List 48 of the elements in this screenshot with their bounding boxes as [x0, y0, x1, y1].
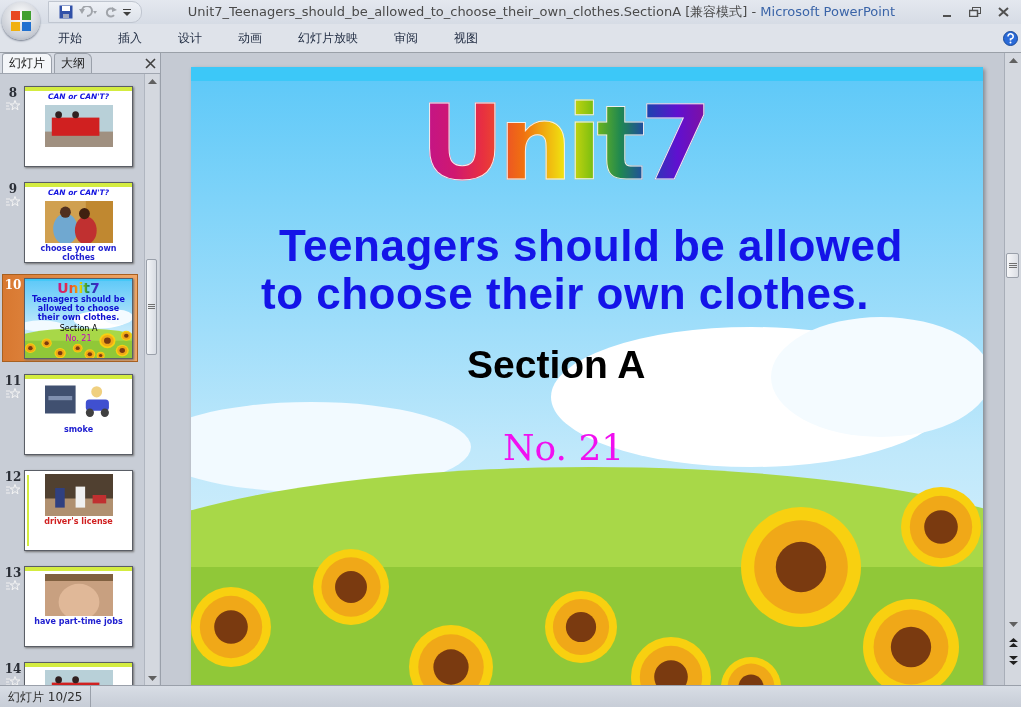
slide-number: 14	[4, 662, 22, 676]
slide-thumbnail[interactable]: smoke	[24, 374, 133, 455]
previous-slide-icon[interactable]	[1008, 635, 1018, 649]
lesson-number: No. 21	[503, 427, 625, 468]
ribbon-tab[interactable]: 动画	[228, 25, 272, 51]
minimize-icon	[943, 15, 951, 17]
thumbnail-subtitle: Teenagers should be allowed to choose their own clothes.	[30, 296, 126, 323]
slide-thumbnail[interactable]: driver's license	[24, 470, 133, 551]
scrollbar-thumb[interactable]	[1006, 253, 1019, 278]
scrollbar-thumb[interactable]	[146, 259, 157, 355]
slide-thumbnail-row[interactable]: 11 smoke	[0, 370, 144, 458]
restore-icon	[969, 7, 981, 17]
thumbnail-number: No. 21	[65, 333, 92, 343]
slide-number: 13	[4, 566, 22, 580]
slide-number: 9	[8, 182, 18, 196]
slide-subtitle: to choose their own clothes.	[261, 269, 870, 319]
thumbnail-caption: driver's license	[44, 518, 113, 527]
slide-number: 10	[4, 278, 22, 292]
slide-subtitle: Teenagers should be allowed	[279, 221, 903, 271]
slide-number: 12	[4, 470, 22, 484]
office-button[interactable]	[2, 2, 40, 40]
next-slide-icon[interactable]	[1008, 653, 1018, 667]
close-icon[interactable]	[145, 57, 156, 69]
thumbnail-caption: have part-time jobs	[34, 618, 123, 627]
help-icon[interactable]	[1003, 30, 1018, 46]
thumbnail-caption: smoke	[63, 426, 94, 435]
slide-number: 8	[8, 86, 18, 100]
panel-tab[interactable]: 大纲	[54, 53, 92, 73]
section-label: Section A	[467, 343, 646, 387]
slide-thumbnail[interactable]: have part-time jobs	[24, 566, 133, 647]
slide-number: 11	[4, 374, 22, 388]
ribbon-tab[interactable]: 审阅	[384, 25, 428, 51]
slide-thumbnail-row[interactable]: 12 driver's license	[0, 466, 144, 554]
panel-tab[interactable]: 幻灯片	[2, 53, 52, 73]
customize-dropdown-icon[interactable]	[123, 8, 131, 16]
ribbon-tab[interactable]: 开始	[48, 25, 92, 51]
slide-thumbnail-row[interactable]: 14	[0, 658, 144, 685]
close-icon	[997, 7, 1009, 17]
ribbon-tab[interactable]: 幻灯片放映	[288, 25, 368, 51]
ribbon-tab[interactable]: 设计	[168, 25, 212, 51]
save-icon[interactable]	[59, 5, 73, 19]
thumbnail-caption: choose your own clothes	[39, 245, 118, 262]
slide-indicator: 幻灯片 10/25	[0, 686, 92, 707]
slide-thumbnail-row[interactable]: 13 have part-time jobs	[0, 562, 144, 650]
window-title: Unit7_Teenagers_should_be_allowed_to_choose_their_own_clothes.SectionA [兼容模式] - Microsoft PowerPoint	[186, 3, 897, 21]
office-logo-icon	[10, 10, 32, 32]
ribbon-tab[interactable]: 视图	[444, 25, 488, 51]
ribbon-tab[interactable]: 插入	[108, 25, 152, 51]
